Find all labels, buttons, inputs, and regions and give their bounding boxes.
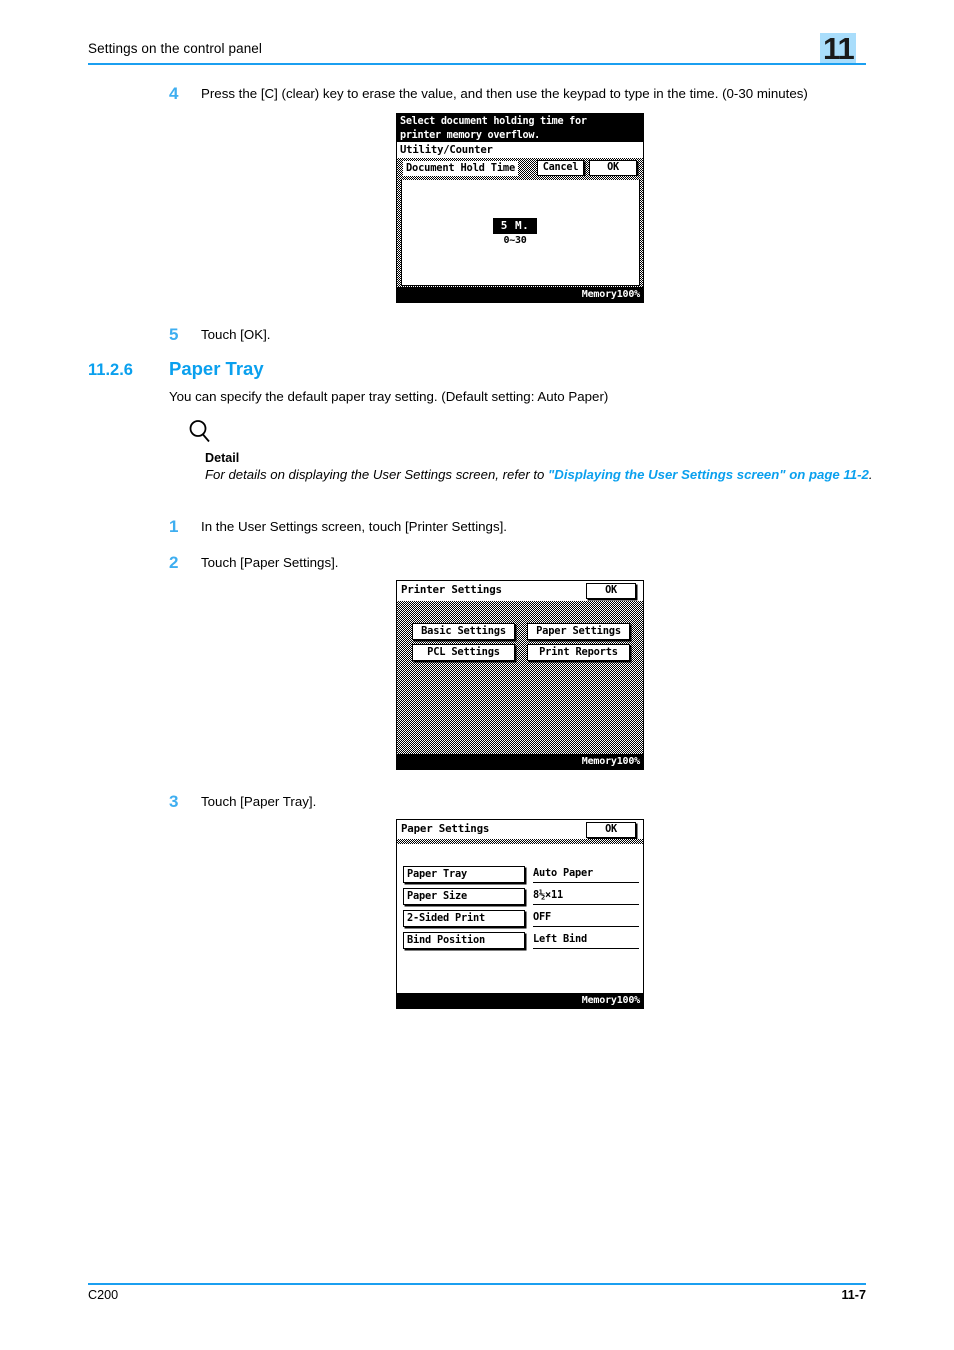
lcd3-paper-size-button[interactable]: Paper Size	[403, 888, 525, 905]
lcd3-status: Memory100%	[397, 993, 643, 1008]
lcd3-2-sided-print-button[interactable]: 2-Sided Print	[403, 910, 525, 927]
section-intro: You can specify the default paper tray s…	[169, 389, 609, 404]
lcd-document-hold-time: Select document holding time for printer…	[396, 113, 644, 303]
step-4-number: 4	[169, 84, 179, 103]
step-4-text: Press the [C] (clear) key to erase the v…	[201, 86, 808, 101]
lcd1-message: Select document holding time for printer…	[397, 114, 643, 142]
lcd1-status: Memory100%	[397, 287, 643, 302]
chapter-number: 11	[823, 31, 855, 66]
step-1-text: In the User Settings screen, touch [Prin…	[201, 519, 507, 534]
lcd2-basic-settings-button[interactable]: Basic Settings	[412, 623, 515, 640]
detail-label: Detail	[205, 451, 240, 465]
step-2: 2 Touch [Paper Settings].	[169, 554, 669, 572]
lcd1-ok-button[interactable]: OK	[589, 160, 637, 176]
section-title: Paper Tray	[169, 358, 264, 379]
lcd3-title: Paper Settings	[401, 822, 490, 835]
lcd2-status: Memory100%	[397, 754, 643, 769]
lcd1-message-line2: printer memory overflow.	[400, 129, 541, 141]
detail-body-suffix: .	[868, 467, 873, 482]
step-1: 1 In the User Settings screen, touch [Pr…	[169, 518, 769, 536]
detail-body: For details on displaying the User Setti…	[205, 466, 880, 484]
lcd3-divider	[397, 839, 643, 844]
lcd1-mode-label: Utility/Counter	[397, 142, 643, 158]
footer-model: C200	[88, 1288, 119, 1302]
step-5: 5 Touch [OK].	[169, 326, 569, 344]
header-rule	[88, 63, 866, 65]
step-5-number: 5	[169, 325, 179, 344]
lcd3-bind-position-value: Left Bind	[533, 932, 639, 949]
step-2-number: 2	[169, 553, 179, 572]
step-3-number: 3	[169, 792, 179, 811]
step-3: 3 Touch [Paper Tray].	[169, 793, 569, 811]
step-2-text: Touch [Paper Settings].	[201, 555, 339, 570]
detail-link[interactable]: "Displaying the User Settings screen" on…	[548, 467, 869, 482]
section-number: 11.2.6	[88, 361, 133, 379]
lcd3-paper-size-value: 8½×11	[533, 888, 639, 905]
lcd-paper-settings: Paper Settings OK Paper Tray Auto Paper …	[396, 819, 644, 1009]
section-heading: 11.2.6 Paper Tray	[88, 358, 264, 380]
lcd1-cancel-button[interactable]: Cancel	[537, 160, 584, 176]
lcd3-row-bind-position: Bind Position Left Bind	[403, 932, 639, 949]
lcd3-row-paper-size: Paper Size 8½×11	[403, 888, 639, 905]
lcd3-2-sided-print-value: OFF	[533, 910, 639, 927]
page-header: Settings on the control panel	[88, 38, 866, 72]
lcd1-message-line1: Select document holding time for	[400, 116, 587, 127]
chapter-badge: 11	[820, 31, 856, 66]
lcd3-row-paper-tray: Paper Tray Auto Paper	[403, 866, 639, 883]
lcd2-pcl-settings-button[interactable]: PCL Settings	[412, 644, 515, 661]
magnifier-icon	[186, 418, 216, 448]
lcd3-paper-tray-value: Auto Paper	[533, 866, 639, 883]
lcd2-title: Printer Settings	[401, 583, 502, 596]
lcd2-ok-button[interactable]: OK	[586, 583, 636, 599]
step-3-text: Touch [Paper Tray].	[201, 794, 317, 809]
lcd2-body: Basic Settings Paper Settings PCL Settin…	[397, 601, 643, 754]
lcd3-ok-button[interactable]: OK	[586, 822, 636, 838]
detail-body-text: For details on displaying the User Setti…	[205, 467, 549, 482]
step-4: 4 Press the [C] (clear) key to erase the…	[169, 85, 879, 103]
lcd1-value-field[interactable]: 5 M.	[493, 218, 537, 234]
lcd3-row-2-sided-print: 2-Sided Print OFF	[403, 910, 639, 927]
step-5-text: Touch [OK].	[201, 327, 271, 342]
detail-note: Detail For details on displaying the Use…	[186, 418, 876, 484]
lcd3-bind-position-button[interactable]: Bind Position	[403, 932, 525, 949]
lcd1-range-hint: 0~30	[503, 235, 527, 246]
footer-page-number: 11-7	[841, 1288, 866, 1302]
header-title: Settings on the control panel	[88, 41, 263, 56]
lcd3-paper-tray-button[interactable]: Paper Tray	[403, 866, 525, 883]
footer-rule	[88, 1283, 866, 1285]
lcd2-paper-settings-button[interactable]: Paper Settings	[527, 623, 630, 640]
lcd-printer-settings: Printer Settings OK Basic Settings Paper…	[396, 580, 644, 770]
step-1-number: 1	[169, 517, 179, 536]
lcd1-panel-title: Document Hold Time	[403, 161, 519, 176]
lcd2-print-reports-button[interactable]: Print Reports	[527, 644, 630, 661]
